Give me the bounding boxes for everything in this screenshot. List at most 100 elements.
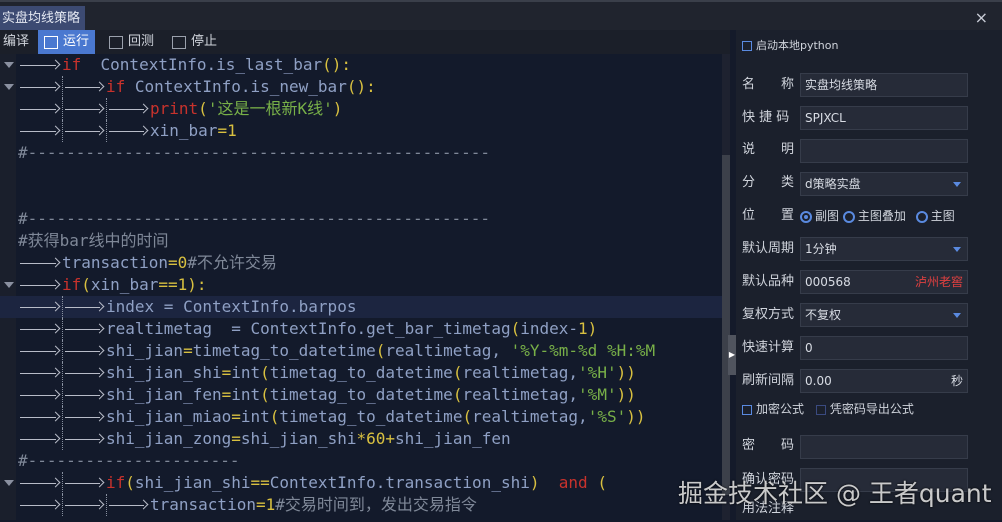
scrollbar-thumb[interactable]: [722, 155, 730, 495]
close-icon[interactable]: ×: [975, 8, 988, 27]
code-token: ):: [187, 275, 207, 294]
stock-field[interactable]: 000568 泸州老窖: [800, 270, 968, 294]
period-select[interactable]: 1分钟: [800, 237, 968, 261]
radio-main-overlay[interactable]: 主图叠加: [842, 209, 906, 223]
tab-arrow-icon: [18, 98, 62, 120]
code-token: (: [375, 341, 386, 360]
code-line[interactable]: if(shi_jian_shi==ContextInfo.transaction…: [0, 472, 722, 494]
encrypt-checkbox[interactable]: 加密公式: [742, 402, 804, 416]
tab-arrow-icon: [62, 494, 106, 516]
name-field[interactable]: 实盘均线策略: [800, 73, 968, 97]
code-line[interactable]: if(xin_bar==1):: [0, 274, 722, 296]
code-token: shi_jian_shi: [106, 363, 222, 382]
position-radio-group: 副图 主图叠加 主图: [800, 203, 955, 229]
code-token: ():: [322, 55, 351, 74]
code-token: (: [260, 363, 270, 382]
stock-code: 000568: [805, 275, 851, 289]
title-bar: 实盘均线策略 ×: [0, 0, 1002, 32]
tab-arrow-icon: [18, 76, 62, 98]
tab-strategy[interactable]: 实盘均线策略: [0, 6, 85, 32]
tab-arrow-icon: [106, 494, 150, 516]
radio-sub-chart[interactable]: 副图: [800, 209, 839, 223]
code-token: xin_bar: [150, 121, 218, 140]
chart-icon: [44, 35, 58, 49]
code-line[interactable]: if ContextInfo.is_last_bar():: [0, 54, 722, 76]
tab-arrow-icon: [18, 274, 62, 296]
code-token: timetag_to_datetime: [279, 407, 463, 426]
description-field[interactable]: [800, 139, 968, 163]
code-line[interactable]: shi_jian_fen=int(timetag_to_datetime(rea…: [0, 384, 722, 406]
code-editor[interactable]: if ContextInfo.is_last_bar(): if ContextI…: [0, 54, 722, 520]
code-token: index-: [520, 319, 579, 338]
refresh-field[interactable]: 0.00 秒: [800, 369, 968, 393]
code-token: shi_jian: [106, 341, 184, 360]
compile-button[interactable]: 编译: [3, 30, 29, 54]
stop-button[interactable]: 停止: [172, 30, 217, 54]
code-line[interactable]: #---------------------------------------…: [0, 208, 722, 230]
code-line[interactable]: transaction=1#交易时间到，发出交易指令: [0, 494, 722, 516]
backtest-button[interactable]: 回测: [109, 30, 154, 54]
code-line[interactable]: shi_jian_zong=shi_jian_shi*60+shi_jian_f…: [0, 428, 722, 450]
fastcalc-field[interactable]: 0: [800, 336, 968, 360]
code-line[interactable]: transaction=0#不允许交易: [0, 252, 722, 274]
code-token: =: [217, 121, 228, 140]
code-token: #---------------------------------------…: [18, 209, 491, 228]
code-token: (: [260, 385, 270, 404]
code-line[interactable]: [0, 164, 722, 186]
code-line[interactable]: [0, 186, 722, 208]
code-token: (: [452, 385, 463, 404]
code-token: 0: [177, 253, 188, 272]
code-line[interactable]: #----------------------: [0, 450, 722, 472]
password-field[interactable]: [800, 435, 968, 459]
code-token: if: [62, 55, 82, 74]
code-line[interactable]: #---------------------------------------…: [0, 142, 722, 164]
code-token: realtimetag,: [385, 341, 511, 360]
fold-arrow-icon[interactable]: [4, 62, 14, 68]
checkbox-icon: [742, 404, 752, 415]
panel-splitter-arrow-icon[interactable]: ▶: [728, 335, 736, 375]
compile-label: 编译: [3, 34, 30, 49]
adjust-value: 不复权: [805, 308, 842, 322]
fold-arrow-icon[interactable]: [4, 480, 14, 486]
run-button[interactable]: 运行: [38, 30, 96, 54]
encrypt-options: 加密公式 凭密码导出公式: [742, 396, 914, 422]
code-line[interactable]: shi_jian_miao=int(timetag_to_datetime(re…: [0, 406, 722, 428]
tab-arrow-icon: [18, 120, 62, 142]
toolbar: 编译 运行 回测 停止: [0, 30, 730, 54]
tab-arrow-icon: [18, 362, 62, 384]
fold-arrow-icon[interactable]: [4, 282, 14, 288]
export-pwd-label: 凭密码导出公式: [829, 402, 914, 416]
code-line[interactable]: shi_jian=timetag_to_datetime(realtimetag…: [0, 340, 722, 362]
export-pwd-checkbox[interactable]: 凭密码导出公式: [815, 402, 914, 416]
code-line[interactable]: if ContextInfo.is_new_bar():: [0, 76, 722, 98]
code-token: =: [231, 429, 241, 448]
fastcalc-label: 快速计算: [742, 340, 795, 355]
code-token: shi_jian_miao: [106, 407, 232, 426]
adjust-select[interactable]: 不复权: [800, 303, 968, 327]
radio-label: 主图叠加: [857, 209, 906, 223]
code-line[interactable]: realtimetag = ContextInfo.get_bar_timeta…: [0, 318, 722, 340]
code-token: #----------------------: [18, 451, 240, 470]
shortcut-label: 快 捷 码: [742, 110, 790, 125]
category-select[interactable]: d策略实盘: [800, 172, 968, 196]
code-token: =: [167, 253, 178, 272]
code-line[interactable]: #获得bar线中的时间: [0, 230, 722, 252]
shortcut-field[interactable]: SPJXCL: [800, 106, 968, 130]
tab-arrow-icon: [62, 384, 106, 406]
code-token: (: [198, 99, 208, 118]
code-token: ): [529, 473, 540, 492]
code-line[interactable]: shi_jian_shi=int(timetag_to_datetime(rea…: [0, 362, 722, 384]
fold-arrow-icon[interactable]: [4, 84, 14, 90]
code-line[interactable]: xin_bar=1: [0, 120, 722, 142]
code-token: int: [231, 385, 261, 404]
radio-main-chart[interactable]: 主图: [915, 209, 955, 223]
code-token: (: [125, 473, 135, 492]
refresh-label: 刷新间隔: [742, 373, 795, 388]
tab-arrow-icon: [62, 362, 106, 384]
code-token: xin_bar: [90, 275, 159, 294]
code-line[interactable]: print('这是一根新K线'): [0, 98, 722, 120]
code-line[interactable]: index = ContextInfo.barpos: [0, 296, 722, 318]
local-python-checkbox[interactable]: 启动本地python: [742, 33, 838, 59]
code-token: '%S': [587, 407, 627, 426]
